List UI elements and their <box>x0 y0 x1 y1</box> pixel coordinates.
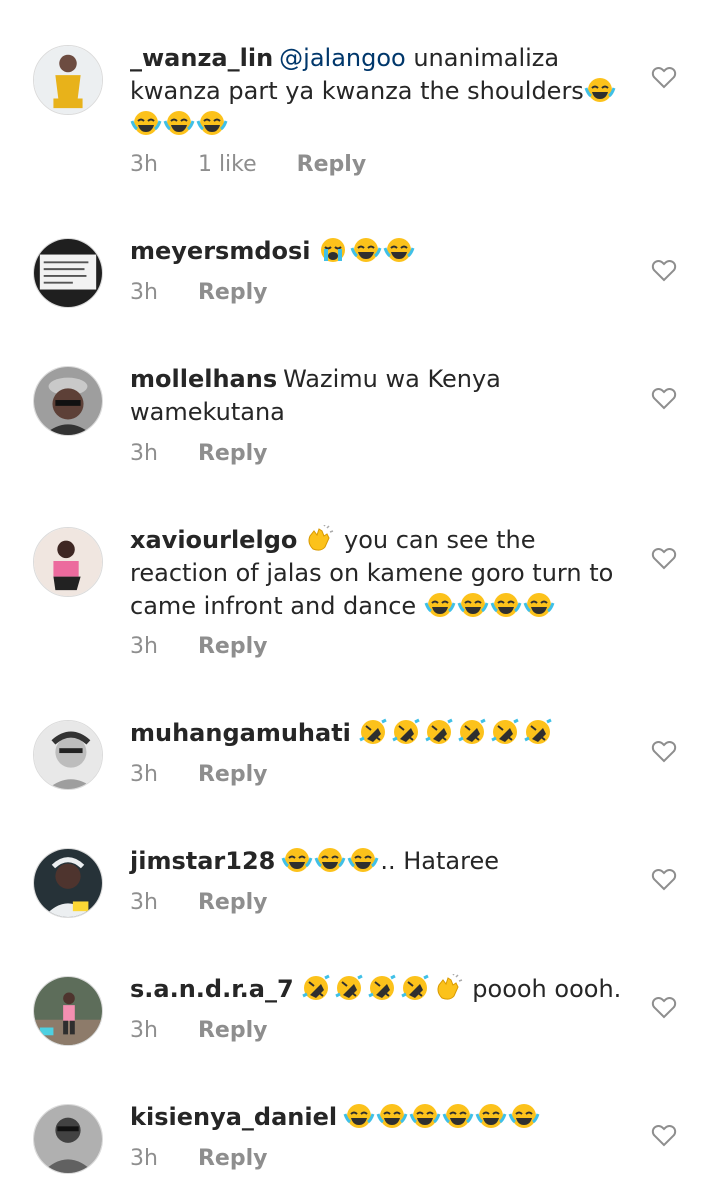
reply-button[interactable]: Reply <box>198 1146 268 1171</box>
comment-meta: 3h Reply <box>130 634 307 659</box>
rofl-emoji-icon <box>390 718 422 746</box>
comment-username[interactable]: muhangamuhati <box>130 719 351 747</box>
comment-time: 3h <box>130 890 158 915</box>
joy-emoji-icon <box>457 591 489 619</box>
reply-button[interactable]: Reply <box>297 152 367 177</box>
comment-text: meyersmdosi <box>130 235 630 268</box>
comment-username[interactable]: meyersmdosi <box>130 237 311 265</box>
joy-emoji-icon <box>281 846 313 874</box>
comment-time: 3h <box>130 634 158 659</box>
sob-emoji-icon <box>317 236 349 264</box>
comment-text: jimstar128 .. Hataree <box>130 845 630 878</box>
avatar[interactable] <box>33 527 103 597</box>
comment-body: .. Hataree <box>380 847 499 875</box>
comment-username[interactable]: kisienya_daniel <box>130 1103 337 1131</box>
comment-meta: 3h Reply <box>130 1018 307 1043</box>
comment-text: kisienya_daniel <box>130 1101 630 1134</box>
avatar[interactable] <box>33 848 103 918</box>
joy-emoji-icon <box>490 591 522 619</box>
reply-button[interactable]: Reply <box>198 890 268 915</box>
comment-time: 3h <box>130 280 158 305</box>
heart-outline-icon[interactable] <box>651 65 677 89</box>
rofl-emoji-icon <box>366 974 398 1002</box>
joy-emoji-icon <box>350 236 382 264</box>
comment-meta: 3h 1 like Reply <box>130 152 406 177</box>
heart-outline-icon[interactable] <box>651 1123 677 1147</box>
comment-username[interactable]: _wanza_lin <box>130 44 273 72</box>
rofl-emoji-icon <box>522 718 554 746</box>
joy-emoji-icon <box>347 846 379 874</box>
joy-emoji-icon <box>508 1102 540 1130</box>
comment-text: s.a.n.d.r.a_7 poooh oooh. <box>130 973 630 1006</box>
comment-time: 3h <box>130 441 158 466</box>
heart-outline-icon[interactable] <box>651 995 677 1019</box>
comment-username[interactable]: mollelhans <box>130 365 277 393</box>
reply-button[interactable]: Reply <box>198 762 268 787</box>
joy-emoji-icon <box>424 591 456 619</box>
rofl-emoji-icon <box>300 974 332 1002</box>
reply-button[interactable]: Reply <box>198 441 268 466</box>
rofl-emoji-icon <box>357 718 389 746</box>
comment-meta: 3h Reply <box>130 280 307 305</box>
avatar[interactable] <box>33 720 103 790</box>
mention-link[interactable]: @jalangoo <box>279 44 406 72</box>
joy-emoji-icon <box>343 1102 375 1130</box>
clap-emoji-icon <box>303 525 335 553</box>
heart-outline-icon[interactable] <box>651 386 677 410</box>
comment-body: poooh oooh. <box>464 975 622 1003</box>
rofl-emoji-icon <box>423 718 455 746</box>
joy-emoji-icon <box>442 1102 474 1130</box>
comment-time: 3h <box>130 1146 158 1171</box>
comment-text: muhangamuhati <box>130 717 630 750</box>
reply-button[interactable]: Reply <box>198 634 268 659</box>
avatar[interactable] <box>33 45 103 115</box>
avatar[interactable] <box>33 976 103 1046</box>
rofl-emoji-icon <box>333 974 365 1002</box>
joy-emoji-icon <box>409 1102 441 1130</box>
avatar[interactable] <box>33 366 103 436</box>
avatar[interactable] <box>33 238 103 308</box>
heart-outline-icon[interactable] <box>651 258 677 282</box>
heart-outline-icon[interactable] <box>651 739 677 763</box>
comment-text: mollelhans Wazimu wa Kenya wamekutana <box>130 363 630 429</box>
reply-button[interactable]: Reply <box>198 1018 268 1043</box>
comment-time: 3h <box>130 1018 158 1043</box>
comment-time: 3h <box>130 152 158 177</box>
reply-button[interactable]: Reply <box>198 280 268 305</box>
joy-emoji-icon <box>383 236 415 264</box>
joy-emoji-icon <box>314 846 346 874</box>
comment-text: _wanza_lin @jalangoo unanimaliza kwanza p… <box>130 42 630 141</box>
comment-meta: 3h Reply <box>130 441 307 466</box>
rofl-emoji-icon <box>399 974 431 1002</box>
comment-text: xaviourlelgo you can see the reaction of… <box>130 524 630 623</box>
joy-emoji-icon <box>376 1102 408 1130</box>
comment-username[interactable]: jimstar128 <box>130 847 275 875</box>
joy-emoji-icon <box>196 109 228 137</box>
comment-meta: 3h Reply <box>130 762 307 787</box>
joy-emoji-icon <box>130 109 162 137</box>
joy-emoji-icon <box>475 1102 507 1130</box>
clap-emoji-icon <box>432 974 464 1002</box>
comment-username[interactable]: xaviourlelgo <box>130 526 297 554</box>
like-count[interactable]: 1 like <box>198 152 257 177</box>
rofl-emoji-icon <box>456 718 488 746</box>
avatar[interactable] <box>33 1104 103 1174</box>
comment-username[interactable]: s.a.n.d.r.a_7 <box>130 975 294 1003</box>
comment-time: 3h <box>130 762 158 787</box>
heart-outline-icon[interactable] <box>651 867 677 891</box>
joy-emoji-icon <box>584 76 616 104</box>
heart-outline-icon[interactable] <box>651 546 677 570</box>
rofl-emoji-icon <box>489 718 521 746</box>
comment-meta: 3h Reply <box>130 890 307 915</box>
joy-emoji-icon <box>523 591 555 619</box>
comment-meta: 3h Reply <box>130 1146 307 1171</box>
joy-emoji-icon <box>163 109 195 137</box>
